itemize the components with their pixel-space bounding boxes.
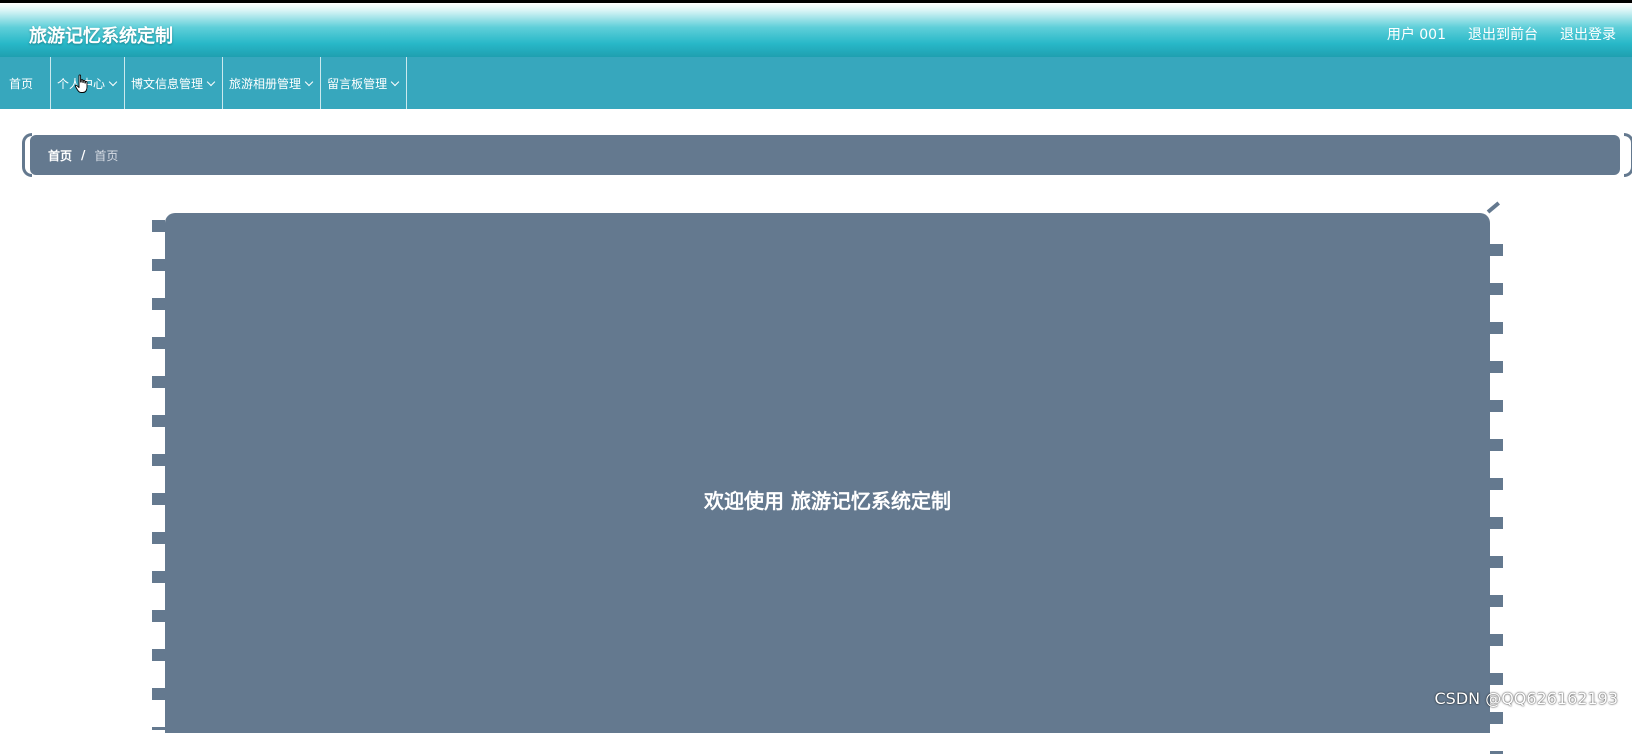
app-header: 旅游记忆系统定制 用户 001 退出到前台 退出登录 bbox=[0, 3, 1632, 57]
breadcrumb-separator: / bbox=[81, 148, 86, 162]
nav-item-message-board-management[interactable]: 留言板管理 bbox=[321, 57, 408, 109]
panel-teeth-right bbox=[1490, 244, 1503, 754]
breadcrumb-current: 首页 bbox=[94, 148, 119, 163]
panel-teeth-left bbox=[152, 220, 165, 730]
breadcrumb-bracket-right bbox=[1624, 133, 1632, 177]
chevron-down-icon bbox=[304, 77, 314, 86]
hand-pointer-icon bbox=[74, 74, 88, 93]
nav-item-label: 首页 bbox=[9, 76, 34, 91]
chevron-down-icon bbox=[206, 77, 216, 86]
chevron-down-icon bbox=[108, 77, 118, 86]
nav-item-label: 旅游相册管理 bbox=[229, 76, 302, 91]
nav-item-label: 博文信息管理 bbox=[131, 76, 204, 91]
nav-item-blog-management[interactable]: 博文信息管理 bbox=[125, 57, 224, 109]
chevron-down-icon bbox=[390, 77, 400, 86]
current-user-label: 用户 001 bbox=[1386, 27, 1446, 43]
logout-link[interactable]: 退出登录 bbox=[1560, 24, 1616, 44]
nav-item-album-management[interactable]: 旅游相册管理 bbox=[223, 57, 322, 109]
breadcrumb: 首页 / 首页 bbox=[30, 135, 1620, 175]
goto-front-link[interactable]: 退出到前台 bbox=[1468, 24, 1538, 44]
welcome-panel-body: 欢迎使用 旅游记忆系统定制 bbox=[165, 213, 1490, 733]
nav-item-label: 留言板管理 bbox=[327, 76, 388, 91]
breadcrumb-container: 首页 / 首页 bbox=[22, 133, 1632, 177]
main-nav: 首页 个人中心 博文信息管理 旅游相册管理 留言板管理 bbox=[0, 57, 1632, 109]
csdn-watermark: CSDN @QQ626162193 bbox=[1434, 689, 1618, 708]
breadcrumb-home-link[interactable]: 首页 bbox=[48, 147, 72, 164]
site-title: 旅游记忆系统定制 bbox=[29, 26, 173, 47]
welcome-text: 欢迎使用 旅游记忆系统定制 bbox=[704, 489, 951, 513]
nav-item-home[interactable]: 首页 bbox=[0, 57, 52, 109]
welcome-panel: 欢迎使用 旅游记忆系统定制 bbox=[152, 201, 1503, 754]
header-actions: 用户 001 退出到前台 退出登录 bbox=[1387, 24, 1616, 44]
panel-corner-decoration bbox=[1486, 201, 1501, 214]
